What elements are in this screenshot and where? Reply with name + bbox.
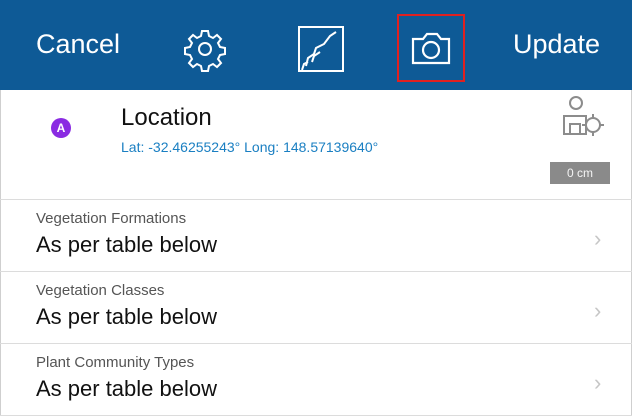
camera-button[interactable]	[397, 14, 465, 82]
field-vegetation-classes[interactable]: Vegetation Classes As per table below ›	[0, 272, 632, 344]
chevron-right-icon: ›	[594, 298, 602, 323]
field-plant-community-types[interactable]: Plant Community Types As per table below…	[0, 344, 632, 416]
location-coordinates: Lat: -32.46255243° Long: 148.57139640°	[121, 139, 379, 155]
settings-button[interactable]	[182, 26, 228, 72]
toolbar: Cancel Update	[0, 0, 632, 90]
map-edit-icon	[298, 26, 344, 72]
field-vegetation-formations[interactable]: Vegetation Formations As per table below…	[0, 200, 632, 272]
gps-button[interactable]	[556, 92, 606, 142]
field-value: As per table below	[36, 304, 217, 329]
field-label: Plant Community Types	[36, 354, 195, 371]
gps-location-icon	[563, 96, 604, 136]
chevron-right-icon: ›	[594, 370, 602, 395]
location-title: Location	[121, 104, 212, 131]
gear-icon	[184, 30, 226, 72]
accuracy-badge: 0 cm	[550, 162, 610, 184]
field-label: Vegetation Classes	[36, 282, 165, 299]
camera-icon	[411, 32, 451, 65]
location-badge: A	[51, 118, 71, 138]
map-edit-button[interactable]	[294, 22, 348, 76]
update-button[interactable]: Update	[513, 27, 600, 61]
field-value: As per table below	[36, 232, 217, 257]
field-label: Vegetation Formations	[36, 210, 187, 227]
chevron-right-icon: ›	[594, 226, 602, 251]
cancel-button[interactable]: Cancel	[36, 27, 120, 61]
field-value: As per table below	[36, 376, 217, 401]
